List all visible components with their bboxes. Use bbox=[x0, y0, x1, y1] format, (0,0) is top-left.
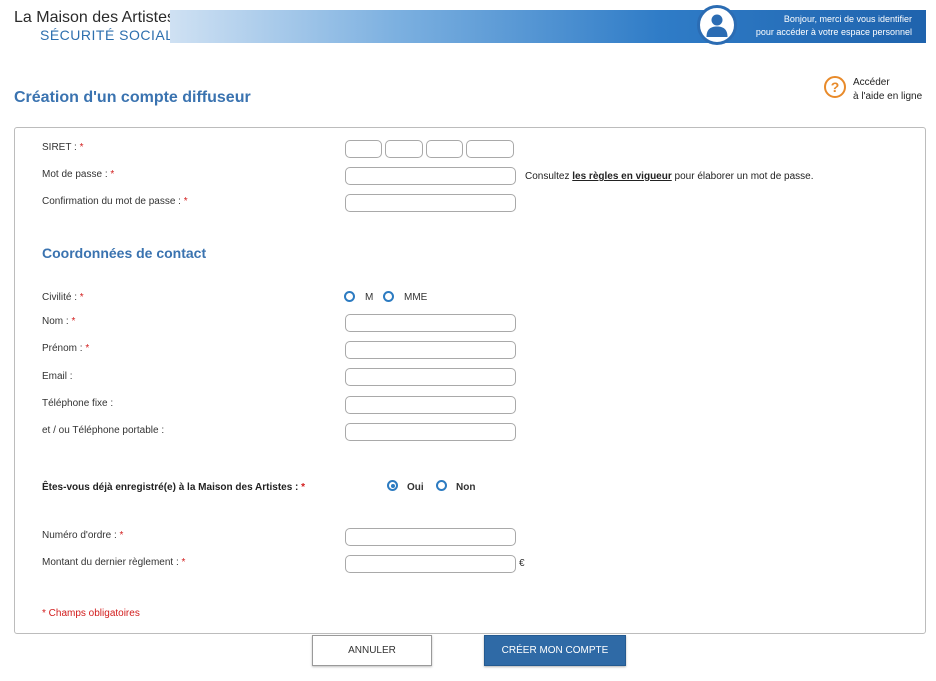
order-number-label-text: Numéro d'ordre : bbox=[42, 530, 117, 541]
required-fields-note: * Champs obligatoires bbox=[42, 608, 140, 619]
mobile-input[interactable] bbox=[345, 423, 516, 441]
create-account-button[interactable]: CRÉER MON COMPTE bbox=[484, 635, 626, 666]
lastname-input[interactable] bbox=[345, 314, 516, 332]
civility-radio-mme[interactable] bbox=[383, 291, 394, 302]
password-label: Mot de passe : * bbox=[42, 169, 114, 180]
civility-label: Civilité : * bbox=[42, 292, 84, 303]
registered-radio-oui[interactable] bbox=[387, 480, 398, 491]
required-mark: * bbox=[183, 196, 188, 207]
password-input[interactable] bbox=[345, 167, 516, 185]
password-hint-after: pour élaborer un mot de passe. bbox=[671, 171, 814, 182]
password-confirm-label-text: Confirmation du mot de passe : bbox=[42, 196, 181, 207]
registered-option-oui: Oui bbox=[407, 482, 424, 493]
email-input[interactable] bbox=[345, 368, 516, 386]
phone-label: Téléphone fixe : bbox=[42, 398, 114, 409]
help-link-line-1: Accéder bbox=[853, 77, 890, 88]
mobile-label: et / ou Téléphone portable : bbox=[42, 425, 165, 436]
siret-input-4[interactable] bbox=[466, 140, 514, 158]
logo-line-2: SÉCURITÉ SOCIALE bbox=[40, 27, 184, 43]
registered-radio-non[interactable] bbox=[436, 480, 447, 491]
siret-input-1[interactable] bbox=[345, 140, 382, 158]
lastname-label-text: Nom : bbox=[42, 316, 69, 327]
password-hint: Consultez les règles en vigueur pour éla… bbox=[525, 171, 814, 182]
password-label-text: Mot de passe : bbox=[42, 169, 108, 180]
required-mark: * bbox=[110, 169, 115, 180]
registered-question-text: Êtes-vous déjà enregistré(e) à la Maison… bbox=[42, 482, 299, 493]
email-label: Email : bbox=[42, 371, 73, 382]
firstname-label: Prénom : * bbox=[42, 343, 89, 354]
required-mark: * bbox=[181, 557, 186, 568]
siret-input-3[interactable] bbox=[426, 140, 463, 158]
required-mark: * bbox=[71, 316, 76, 327]
user-icon[interactable] bbox=[697, 5, 737, 45]
help-link-line-2: à l'aide en ligne bbox=[853, 91, 923, 102]
help-icon[interactable]: ? bbox=[824, 76, 846, 98]
firstname-label-text: Prénom : bbox=[42, 343, 83, 354]
civility-option-m: M bbox=[365, 292, 374, 303]
lastname-label: Nom : * bbox=[42, 316, 75, 327]
siret-label-text: SIRET : bbox=[42, 142, 77, 153]
password-confirm-input[interactable] bbox=[345, 194, 516, 212]
phone-input[interactable] bbox=[345, 396, 516, 414]
civility-label-text: Civilité : bbox=[42, 292, 78, 303]
required-mark: * bbox=[85, 343, 90, 354]
password-rules-link[interactable]: les règles en vigueur bbox=[572, 171, 672, 182]
required-mark: * bbox=[79, 292, 84, 303]
required-mark: * bbox=[79, 142, 84, 153]
siret-label: SIRET : * bbox=[42, 142, 84, 153]
page-title: Création d'un compte diffuseur bbox=[14, 89, 251, 106]
required-mark: * bbox=[301, 482, 306, 493]
siret-input-2[interactable] bbox=[385, 140, 423, 158]
password-hint-before: Consultez bbox=[525, 171, 573, 182]
civility-radio-m[interactable] bbox=[344, 291, 355, 302]
greeting-line-2: pour accéder à votre espace personnel bbox=[755, 27, 912, 37]
required-mark: * bbox=[119, 530, 124, 541]
registered-question: Êtes-vous déjà enregistré(e) à la Maison… bbox=[42, 482, 305, 493]
civility-option-mme: MME bbox=[404, 292, 428, 303]
currency-symbol: € bbox=[519, 558, 525, 569]
password-confirm-label: Confirmation du mot de passe : * bbox=[42, 196, 188, 207]
order-number-input[interactable] bbox=[345, 528, 516, 546]
registered-option-non: Non bbox=[456, 482, 476, 493]
firstname-input[interactable] bbox=[345, 341, 516, 359]
logo-line-1: La Maison des Artistes bbox=[14, 9, 175, 26]
last-payment-label: Montant du dernier règlement : * bbox=[42, 557, 185, 568]
last-payment-input[interactable] bbox=[345, 555, 516, 573]
login-greeting[interactable]: Bonjour, merci de vous identifier pour a… bbox=[740, 13, 912, 39]
help-link[interactable]: Accéder à l'aide en ligne bbox=[853, 76, 922, 104]
greeting-line-1: Bonjour, merci de vous identifier bbox=[783, 14, 912, 24]
order-number-label: Numéro d'ordre : * bbox=[42, 530, 123, 541]
user-silhouette-icon bbox=[706, 14, 728, 37]
contact-section-title: Coordonnées de contact bbox=[42, 245, 207, 261]
cancel-button[interactable]: ANNULER bbox=[312, 635, 432, 666]
last-payment-label-text: Montant du dernier règlement : bbox=[42, 557, 179, 568]
